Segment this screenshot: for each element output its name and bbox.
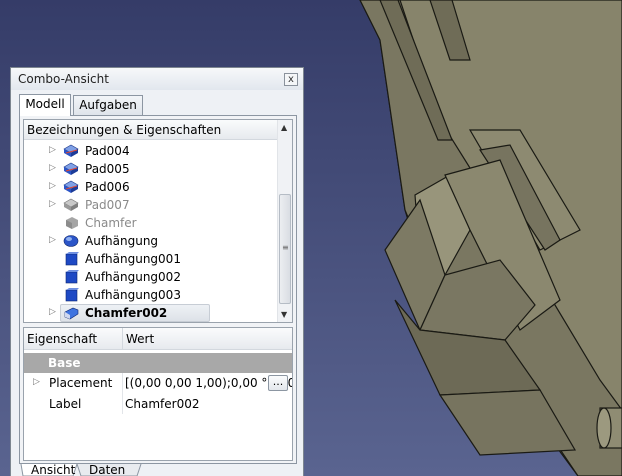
tree-item-label: Pad007 bbox=[85, 198, 130, 212]
scroll-down-icon[interactable]: ▼ bbox=[281, 310, 287, 319]
tree-item[interactable]: Aufhängung002 bbox=[24, 268, 277, 286]
chamfer-icon bbox=[64, 307, 79, 320]
tree-item-label: Chamfer bbox=[85, 216, 137, 230]
cube-icon bbox=[65, 252, 79, 266]
tree-header-label: Bezeichnungen & Eigenschaften bbox=[27, 123, 222, 137]
property-row-label[interactable]: Label Chamfer002 bbox=[24, 394, 292, 414]
close-button[interactable]: x bbox=[284, 73, 298, 86]
column-divider[interactable] bbox=[122, 328, 123, 350]
cube-icon bbox=[65, 270, 79, 284]
shape-icon bbox=[63, 235, 79, 247]
tree-item[interactable]: Aufhängung003 bbox=[24, 286, 277, 304]
expand-arrow-icon[interactable]: ▷ bbox=[49, 199, 56, 209]
tab-modell[interactable]: Modell bbox=[19, 94, 71, 116]
tab-daten[interactable]: Daten bbox=[77, 463, 133, 476]
tree-item[interactable]: Chamfer bbox=[24, 214, 277, 232]
column-header-property[interactable]: Eigenschaft bbox=[27, 332, 97, 346]
property-group-label: Base bbox=[48, 356, 81, 370]
property-value[interactable]: Chamfer002 bbox=[125, 397, 199, 411]
property-group-row[interactable]: Base bbox=[24, 353, 292, 373]
tree-item[interactable]: ▷ Aufhängung bbox=[24, 232, 277, 250]
model-tab-panel: Bezeichnungen & Eigenschaften ▷ Pad004 ▷… bbox=[19, 115, 297, 464]
expand-arrow-icon[interactable]: ▷ bbox=[33, 377, 40, 387]
chamfer-icon bbox=[66, 217, 78, 229]
expand-arrow-icon[interactable]: ▷ bbox=[49, 163, 56, 173]
expand-arrow-icon[interactable]: ▷ bbox=[49, 307, 56, 317]
tree-item-label: Pad006 bbox=[85, 180, 130, 194]
combo-view-panel: Combo-Ansicht x Modell Aufgaben Bezeichn… bbox=[10, 67, 304, 476]
property-row-placement[interactable]: ▷ Placement [(0,00 0,00 1,00);0,00 °;(0,… bbox=[24, 373, 292, 393]
tree-item-label: Aufhängung002 bbox=[85, 270, 181, 284]
tree-item[interactable]: ▷ Pad005 bbox=[24, 160, 277, 178]
cube-icon bbox=[65, 288, 79, 302]
tree-item[interactable]: ▷ Pad006 bbox=[24, 178, 277, 196]
tree-scrollbar[interactable]: ▲ ≡ ▼ bbox=[277, 120, 292, 322]
pad-icon bbox=[63, 180, 79, 193]
tree-item[interactable]: Aufhängung001 bbox=[24, 250, 277, 268]
tree-item-label: Aufhängung001 bbox=[85, 252, 181, 266]
pad-icon bbox=[63, 198, 79, 211]
column-header-value[interactable]: Wert bbox=[126, 332, 154, 346]
tree-item-label: Chamfer002 bbox=[85, 306, 168, 320]
tree-item-label: Aufhängung bbox=[85, 234, 159, 248]
tree-item[interactable]: ▷ Pad004 bbox=[24, 142, 277, 160]
edit-placement-button[interactable]: ... bbox=[268, 375, 288, 391]
tree-header: Bezeichnungen & Eigenschaften bbox=[24, 120, 277, 140]
tab-ansicht-label: Ansicht bbox=[31, 463, 76, 476]
tab-daten-label: Daten bbox=[89, 463, 126, 476]
pad-icon bbox=[63, 162, 79, 175]
scrollbar-thumb[interactable]: ≡ bbox=[279, 194, 291, 304]
expand-arrow-icon[interactable]: ▷ bbox=[49, 235, 56, 245]
tree-item-label: Aufhängung003 bbox=[85, 288, 181, 302]
panel-title-bar[interactable]: Combo-Ansicht x bbox=[11, 68, 303, 90]
property-name: Placement bbox=[49, 376, 113, 390]
tree-item-selected[interactable]: ▷ Chamfer002 bbox=[24, 304, 277, 322]
tree-item-label: Pad005 bbox=[85, 162, 130, 176]
tab-aufgaben[interactable]: Aufgaben bbox=[73, 95, 143, 115]
scroll-up-icon[interactable]: ▲ bbox=[281, 123, 287, 132]
property-header: Eigenschaft Wert bbox=[24, 328, 292, 350]
panel-title: Combo-Ansicht bbox=[18, 72, 109, 86]
property-name: Label bbox=[49, 397, 82, 411]
property-view[interactable]: Eigenschaft Wert Base ▷ Placement [(0,00… bbox=[23, 327, 293, 461]
tree-view[interactable]: Bezeichnungen & Eigenschaften ▷ Pad004 ▷… bbox=[23, 119, 293, 323]
tree-item-label: Pad004 bbox=[85, 144, 130, 158]
pad-icon bbox=[63, 144, 79, 157]
tree-item[interactable]: ▷ Pad007 bbox=[24, 196, 277, 214]
expand-arrow-icon[interactable]: ▷ bbox=[49, 181, 56, 191]
tab-ansicht[interactable]: Ansicht bbox=[23, 463, 76, 476]
grip-icon: ≡ bbox=[282, 243, 289, 252]
expand-arrow-icon[interactable]: ▷ bbox=[49, 145, 56, 155]
